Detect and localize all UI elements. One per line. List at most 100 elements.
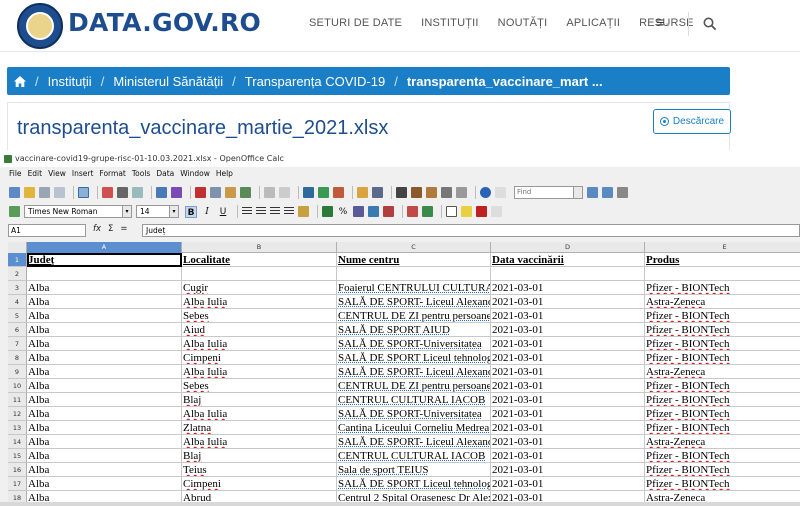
chart-icon[interactable] — [357, 187, 368, 198]
cell-d9[interactable]: 2021-03-01 — [491, 365, 645, 379]
cell-a3[interactable]: Alba — [27, 281, 182, 295]
cell-b12[interactable]: Alba Iulia — [182, 407, 337, 421]
cell-d5[interactable]: 2021-03-01 — [491, 309, 645, 323]
styles-icon[interactable] — [9, 206, 20, 217]
cell-e9[interactable]: Astra-Zeneca — [645, 365, 800, 379]
column-header-d[interactable]: D — [491, 242, 645, 253]
standard-format-icon[interactable] — [353, 206, 364, 217]
cell-a5[interactable]: Alba — [27, 309, 182, 323]
cell-d13[interactable]: 2021-03-01 — [491, 421, 645, 435]
underline-button[interactable]: U — [217, 206, 229, 218]
nav-item-news[interactable]: NOUTĂȚI — [498, 17, 548, 29]
menu-insert[interactable]: Insert — [72, 169, 94, 181]
cell-e10[interactable]: Pfizer - BIONTech — [645, 379, 800, 393]
spellcheck-icon[interactable] — [156, 187, 167, 198]
cell-c16[interactable]: Sala de sport TEIUS — [337, 463, 491, 477]
cell-c3[interactable]: Foaierul CENTRULUI CULTURAL — [337, 281, 491, 295]
add-decimal-icon[interactable] — [368, 206, 379, 217]
row-header[interactable]: 9 — [8, 365, 27, 379]
cell-c6[interactable]: SALĂ DE SPORT AIUD — [337, 323, 491, 337]
column-header-c[interactable]: C — [337, 242, 491, 253]
menu-data[interactable]: Data — [156, 169, 174, 181]
nav-item-institutions[interactable]: INSTITUȚII — [421, 17, 479, 29]
nav-item-apps[interactable]: APLICAȚII — [566, 17, 620, 29]
autospellcheck-icon[interactable] — [171, 187, 182, 198]
font-name-box[interactable]: Times New Roman ▾ — [24, 205, 132, 218]
clone-format-icon[interactable] — [240, 187, 251, 198]
save-icon[interactable] — [39, 187, 50, 198]
cell-a7[interactable]: Alba — [27, 337, 182, 351]
currency-format-icon[interactable] — [322, 206, 333, 217]
home-icon[interactable] — [14, 75, 26, 87]
sum-icon[interactable]: Σ — [108, 224, 113, 234]
row-header[interactable]: 16 — [8, 463, 27, 477]
sort-descending-icon[interactable] — [333, 187, 344, 198]
cell-c13[interactable]: Cantina Liceului Corneliu Medrea — [337, 421, 491, 435]
justify-icon[interactable] — [284, 207, 294, 216]
cell-d11[interactable]: 2021-03-01 — [491, 393, 645, 407]
sort-ascending-icon[interactable] — [318, 187, 329, 198]
search-icon[interactable] — [703, 17, 717, 31]
cell-a4[interactable]: Alba — [27, 295, 182, 309]
cell-b4[interactable]: Alba Iulia — [182, 295, 337, 309]
cell-e17[interactable]: Pfizer - BIONTech — [645, 477, 800, 491]
row-header[interactable]: 14 — [8, 435, 27, 449]
cell-d4[interactable]: 2021-03-01 — [491, 295, 645, 309]
name-box[interactable]: A1 — [8, 224, 86, 237]
menu-edit[interactable]: Edit — [28, 169, 43, 181]
new-doc-icon[interactable] — [9, 187, 20, 198]
navigator-icon[interactable] — [411, 187, 422, 198]
cell-e16[interactable]: Pfizer - BIONTech — [645, 463, 800, 477]
gallery-icon[interactable] — [426, 187, 437, 198]
page-preview-icon[interactable] — [132, 187, 143, 198]
cell-d7[interactable]: 2021-03-01 — [491, 337, 645, 351]
font-size-box[interactable]: 14 ▾ — [136, 205, 179, 218]
cell-d3[interactable]: 2021-03-01 — [491, 281, 645, 295]
cut-icon[interactable] — [195, 187, 206, 198]
function-wizard-icon[interactable]: fx — [93, 224, 101, 234]
cell-b14[interactable]: Alba Iulia — [182, 435, 337, 449]
cell-a9[interactable]: Alba — [27, 365, 182, 379]
cell-e3[interactable]: Pfizer - BIONTech — [645, 281, 800, 295]
cell-b9[interactable]: Alba Iulia — [182, 365, 337, 379]
row-header[interactable]: 3 — [8, 281, 27, 295]
find-previous-icon[interactable] — [602, 187, 613, 198]
find-dropdown[interactable] — [573, 186, 583, 199]
cell-d12[interactable]: 2021-03-01 — [491, 407, 645, 421]
cell-d6[interactable]: 2021-03-01 — [491, 323, 645, 337]
row-header[interactable]: 8 — [8, 351, 27, 365]
cell-e7[interactable]: Pfizer - BIONTech — [645, 337, 800, 351]
breadcrumb-transparency[interactable]: Transparența COVID-19 — [245, 74, 385, 89]
print-icon[interactable] — [117, 187, 128, 198]
background-color-icon[interactable] — [461, 206, 472, 217]
cell-c4[interactable]: SALĂ DE SPORT- Liceul Alexandru — [337, 295, 491, 309]
cell-a2[interactable] — [27, 267, 182, 281]
drawing-icon[interactable] — [372, 187, 383, 198]
align-right-icon[interactable] — [270, 207, 280, 216]
cell-c14[interactable]: SALĂ DE SPORT- Liceul Alexandru — [337, 435, 491, 449]
cell-a14[interactable]: Alba — [27, 435, 182, 449]
cell-c15[interactable]: CENTRUL CULTURAL IACOB — [337, 449, 491, 463]
paste-icon[interactable] — [225, 187, 236, 198]
spreadsheet-grid[interactable]: ABCDE 1 Județ Localitate Nume centru Data va… — [8, 242, 800, 506]
menu-help[interactable]: Help — [216, 169, 233, 181]
cell-d1[interactable]: Data vaccinării — [491, 253, 645, 267]
cell-e11[interactable]: Pfizer - BIONTech — [645, 393, 800, 407]
align-center-icon[interactable] — [256, 207, 266, 216]
row-header[interactable]: 12 — [8, 407, 27, 421]
cell-b7[interactable]: Alba Iulia — [182, 337, 337, 351]
cell-b1[interactable]: Localitate — [182, 253, 337, 267]
menu-file[interactable]: File — [9, 169, 22, 181]
cell-d10[interactable]: 2021-03-01 — [491, 379, 645, 393]
decrease-indent-icon[interactable] — [407, 206, 418, 217]
cell-b6[interactable]: Aiud — [182, 323, 337, 337]
redo-icon[interactable] — [279, 187, 290, 198]
cell-c5[interactable]: CENTRUL DE ZI pentru persoane — [337, 309, 491, 323]
row-header[interactable]: 5 — [8, 309, 27, 323]
percent-format-icon[interactable]: % — [337, 206, 349, 218]
cell-e1[interactable]: Produs — [645, 253, 800, 267]
cell-d16[interactable]: 2021-03-01 — [491, 463, 645, 477]
menu-view[interactable]: View — [48, 169, 66, 181]
function-icon[interactable]: = — [120, 224, 127, 234]
cell-b10[interactable]: Sebes — [182, 379, 337, 393]
